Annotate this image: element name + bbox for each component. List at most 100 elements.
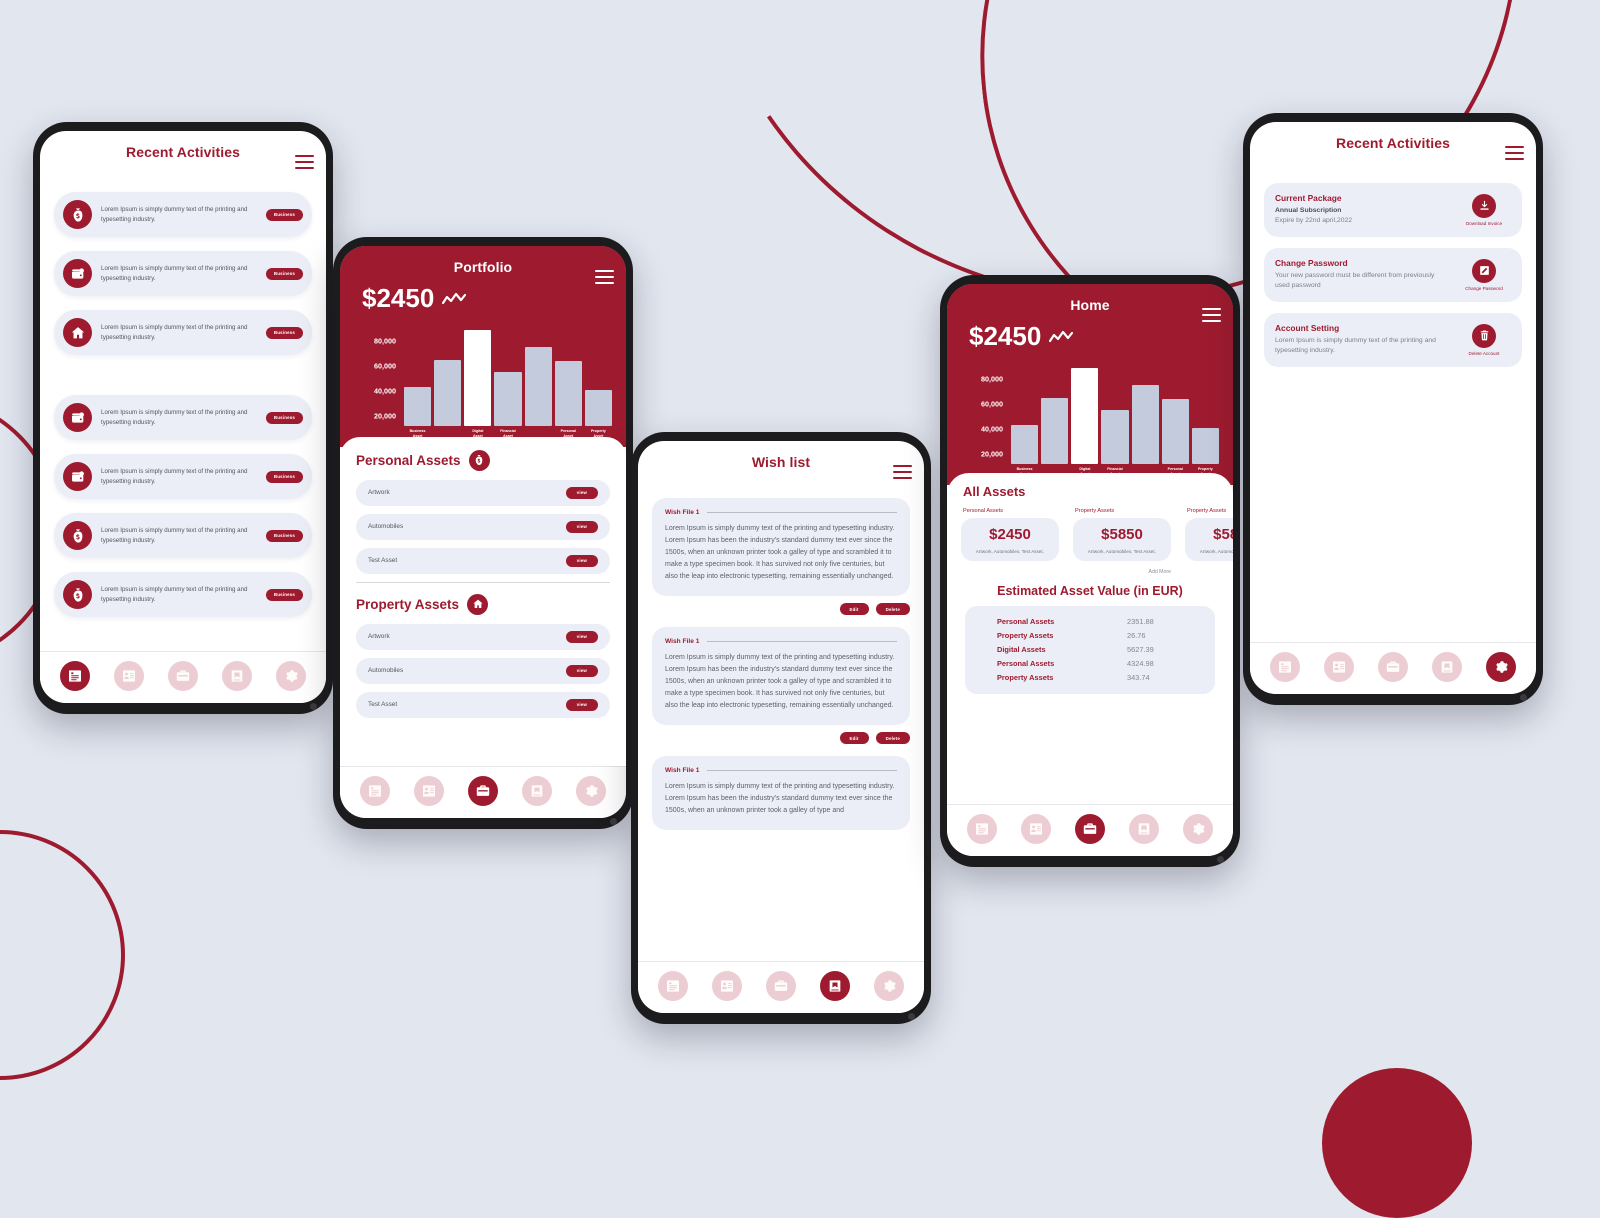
view-button[interactable]: view	[565, 486, 598, 499]
nav-activities-list-icon[interactable]	[60, 661, 90, 691]
chart-bar	[404, 387, 432, 426]
menu-icon[interactable]	[893, 465, 912, 479]
nav-gear-icon[interactable]	[874, 971, 904, 1001]
asset-bar-chart: 80,000 60,000 40,000 20,000	[947, 352, 1233, 464]
status-badge[interactable]: Business	[265, 588, 303, 601]
asset-card[interactable]: $5850 Artwork, Automobiles, Test Asset,	[1073, 517, 1171, 561]
nav-gear-icon[interactable]	[276, 661, 306, 691]
y-tick: 40,000	[374, 386, 396, 396]
view-button[interactable]: view	[565, 630, 598, 643]
list-item[interactable]: Lorem Ipsum is simply dummy text of the …	[54, 395, 312, 440]
menu-icon[interactable]	[595, 270, 614, 284]
nav-gear-icon[interactable]	[1183, 814, 1213, 844]
phone-home: Home $2450 80,000 60,000 40,000 20,000 B…	[940, 275, 1240, 867]
settings-card-account-setting: Account Setting Lorem Ipsum is simply du…	[1264, 312, 1522, 367]
nav-activities-list-icon[interactable]	[658, 971, 688, 1001]
menu-icon[interactable]	[1505, 146, 1524, 160]
page-title: Recent Activities	[1335, 135, 1450, 151]
chart-bar	[584, 389, 612, 426]
nav-profile-document-icon[interactable]	[1324, 652, 1354, 682]
status-badge[interactable]: Business	[265, 411, 303, 424]
list-item[interactable]: Lorem Ipsum is simply dummy text of the …	[54, 251, 312, 296]
list-item[interactable]: Lorem Ipsum is simply dummy text of the …	[54, 192, 312, 237]
phone-portfolio: Portfolio $2450 80,000 60,000 40,000 20,…	[333, 237, 633, 829]
nav-briefcase-icon[interactable]	[1378, 652, 1408, 682]
asset-row[interactable]: Test Asset view	[356, 547, 610, 574]
asset-card-carousel[interactable]: Personal Assets $2450 Artwork, Automobil…	[947, 508, 1233, 561]
asset-card-item[interactable]: Property Assets $5850 Artwork, Automobil…	[1073, 508, 1171, 561]
asset-row[interactable]: Artwork view	[356, 623, 610, 650]
nav-profile-document-icon[interactable]	[114, 661, 144, 691]
nav-briefcase-icon[interactable]	[468, 776, 498, 806]
list-item[interactable]: Lorem Ipsum is simply dummy text of the …	[54, 310, 312, 355]
nav-gear-icon[interactable]	[1486, 652, 1516, 682]
card-body: Account Setting Lorem Ipsum is simply du…	[1275, 323, 1449, 357]
nav-wishlist-book-icon[interactable]	[522, 776, 552, 806]
camera-dot	[610, 818, 617, 825]
asset-name: Test Asset	[368, 557, 398, 565]
activity-text: Lorem Ipsum is simply dummy text of the …	[101, 467, 248, 485]
nav-wishlist-book-icon[interactable]	[1432, 652, 1462, 682]
asset-row[interactable]: Test Asset view	[356, 691, 610, 718]
phone-wishlist: Wish list Wish File 1 Lorem Ipsum is sim…	[631, 432, 931, 1024]
asset-card[interactable]: $2450 Artwork, Automobiles, Test Asset,	[961, 517, 1059, 561]
nav-profile-document-icon[interactable]	[414, 776, 444, 806]
delete-account-button[interactable]: Delete Account	[1457, 323, 1511, 356]
asset-card-item[interactable]: Personal Assets $2450 Artwork, Automobil…	[961, 508, 1059, 561]
edit-button[interactable]: Edit	[839, 603, 869, 616]
nav-briefcase-icon[interactable]	[168, 661, 198, 691]
delete-button[interactable]: Delete	[875, 732, 910, 745]
status-badge[interactable]: Business	[265, 326, 303, 339]
download-invoice-button[interactable]: Download Invoice	[1457, 193, 1511, 226]
nav-activities-list-icon[interactable]	[1270, 652, 1300, 682]
view-button[interactable]: view	[565, 698, 598, 711]
nav-profile-document-icon[interactable]	[1021, 814, 1051, 844]
portfolio-asset-sheet: Personal Assets Artwork view Automobiles…	[340, 436, 626, 766]
nav-activities-list-icon[interactable]	[967, 814, 997, 844]
view-button[interactable]: view	[565, 664, 598, 677]
list-item[interactable]: Lorem Ipsum is simply dummy text of the …	[54, 454, 312, 499]
chart-bar-column	[464, 326, 492, 426]
status-badge[interactable]: Business	[265, 529, 303, 542]
view-button[interactable]: view	[565, 520, 598, 533]
chart-bar-column	[434, 326, 462, 426]
menu-icon[interactable]	[1202, 308, 1221, 322]
section-title: Property Assets	[356, 596, 460, 612]
wish-card-actions: Edit Delete	[652, 732, 910, 745]
wishlist-cards: Wish File 1 Lorem Ipsum is simply dummy …	[638, 474, 924, 961]
screen-portfolio: Portfolio $2450 80,000 60,000 40,000 20,…	[340, 246, 626, 818]
nav-briefcase-icon[interactable]	[1075, 814, 1105, 844]
nav-activities-list-icon[interactable]	[360, 776, 390, 806]
status-badge[interactable]: Business	[265, 208, 303, 221]
wish-file-label: Wish File 1	[665, 509, 700, 516]
asset-card[interactable]: $5850 Artwork, Automobiles, Test Asset,	[1185, 517, 1233, 561]
nav-wishlist-book-icon[interactable]	[820, 971, 850, 1001]
menu-icon[interactable]	[295, 155, 314, 169]
nav-wishlist-book-icon[interactable]	[222, 661, 252, 691]
nav-gear-icon[interactable]	[576, 776, 606, 806]
money-bag-icon	[63, 580, 92, 609]
nav-wishlist-book-icon[interactable]	[1129, 814, 1159, 844]
chart-bar-column	[1071, 364, 1099, 464]
delete-button[interactable]: Delete	[875, 603, 910, 616]
view-button[interactable]: view	[565, 554, 598, 567]
list-item[interactable]: Lorem Ipsum is simply dummy text of the …	[54, 513, 312, 558]
action-label: Download Invoice	[1465, 220, 1503, 226]
status-badge[interactable]: Business	[265, 267, 303, 280]
asset-row[interactable]: Artwork view	[356, 479, 610, 506]
asset-card-item[interactable]: Property Assets $5850 Artwork, Automobil…	[1185, 508, 1233, 561]
asset-card-title: Property Assets	[1075, 507, 1115, 514]
asset-row[interactable]: Automobiles view	[356, 657, 610, 684]
wish-card-header: Wish File 1	[665, 767, 897, 774]
edit-button[interactable]: Edit	[839, 732, 869, 745]
table-cell-value: 5627.39	[1127, 645, 1154, 655]
change-password-button[interactable]: Change Password	[1457, 258, 1511, 291]
add-more-link[interactable]: Add More	[947, 561, 1233, 575]
list-item[interactable]: Lorem Ipsum is simply dummy text of the …	[54, 572, 312, 617]
status-badge[interactable]: Business	[265, 470, 303, 483]
nav-profile-document-icon[interactable]	[712, 971, 742, 1001]
camera-dot	[310, 703, 317, 710]
asset-row[interactable]: Automobiles view	[356, 513, 610, 540]
table-cell-value: 2351.88	[1127, 617, 1154, 627]
nav-briefcase-icon[interactable]	[766, 971, 796, 1001]
